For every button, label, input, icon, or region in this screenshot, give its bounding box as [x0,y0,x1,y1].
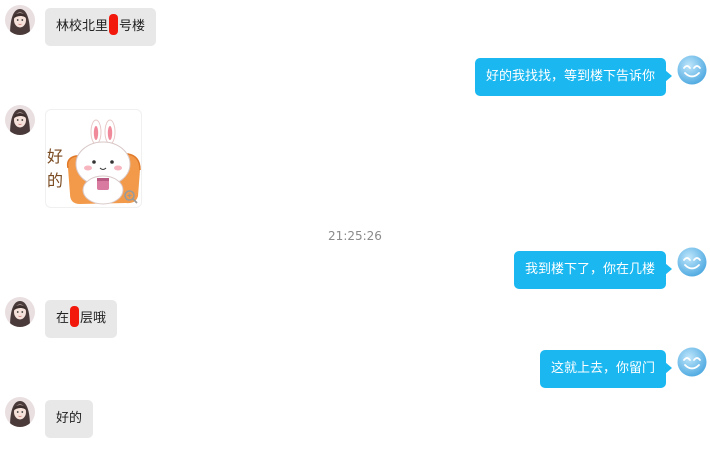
message-bubble-outgoing[interactable]: 我到楼下了，你在几楼 [513,251,673,289]
message-bubble-incoming[interactable]: 好的 [45,400,94,438]
message-text: 层哦 [80,311,107,326]
message-text: 在 [56,311,70,326]
message-bubble-incoming[interactable]: 在层哦 [45,300,118,338]
self-avatar-icon[interactable] [677,247,707,277]
sticker-message[interactable]: 好 的 [45,109,142,208]
message-text: 这就上去，你留门 [550,361,655,376]
message-text: 好的我找找，等到楼下告诉你 [485,69,655,84]
redaction-mark [109,14,119,35]
message-text: 林校北里 [56,19,109,34]
sticker-text: 的 [47,171,64,190]
self-avatar-icon[interactable] [677,55,707,85]
zoom-magnifier-icon[interactable] [123,189,139,205]
contact-avatar-icon[interactable] [5,5,35,35]
contact-avatar-icon[interactable] [5,105,35,135]
message-text: 我到楼下了，你在几楼 [524,262,655,277]
message-bubble-outgoing[interactable]: 好的我找找，等到楼下告诉你 [474,58,673,96]
contact-avatar-icon[interactable] [5,397,35,427]
redaction-mark [70,306,80,327]
contact-avatar-icon[interactable] [5,297,35,327]
message-text: 好的 [56,411,83,426]
message-timestamp: 21:25:26 [328,229,382,243]
self-avatar-icon[interactable] [677,347,707,377]
message-text: 号楼 [119,19,146,34]
message-bubble-incoming[interactable]: 林校北里 号楼 [45,8,157,46]
sticker-text: 好 [47,147,64,166]
message-bubble-outgoing[interactable]: 这就上去，你留门 [539,350,673,388]
